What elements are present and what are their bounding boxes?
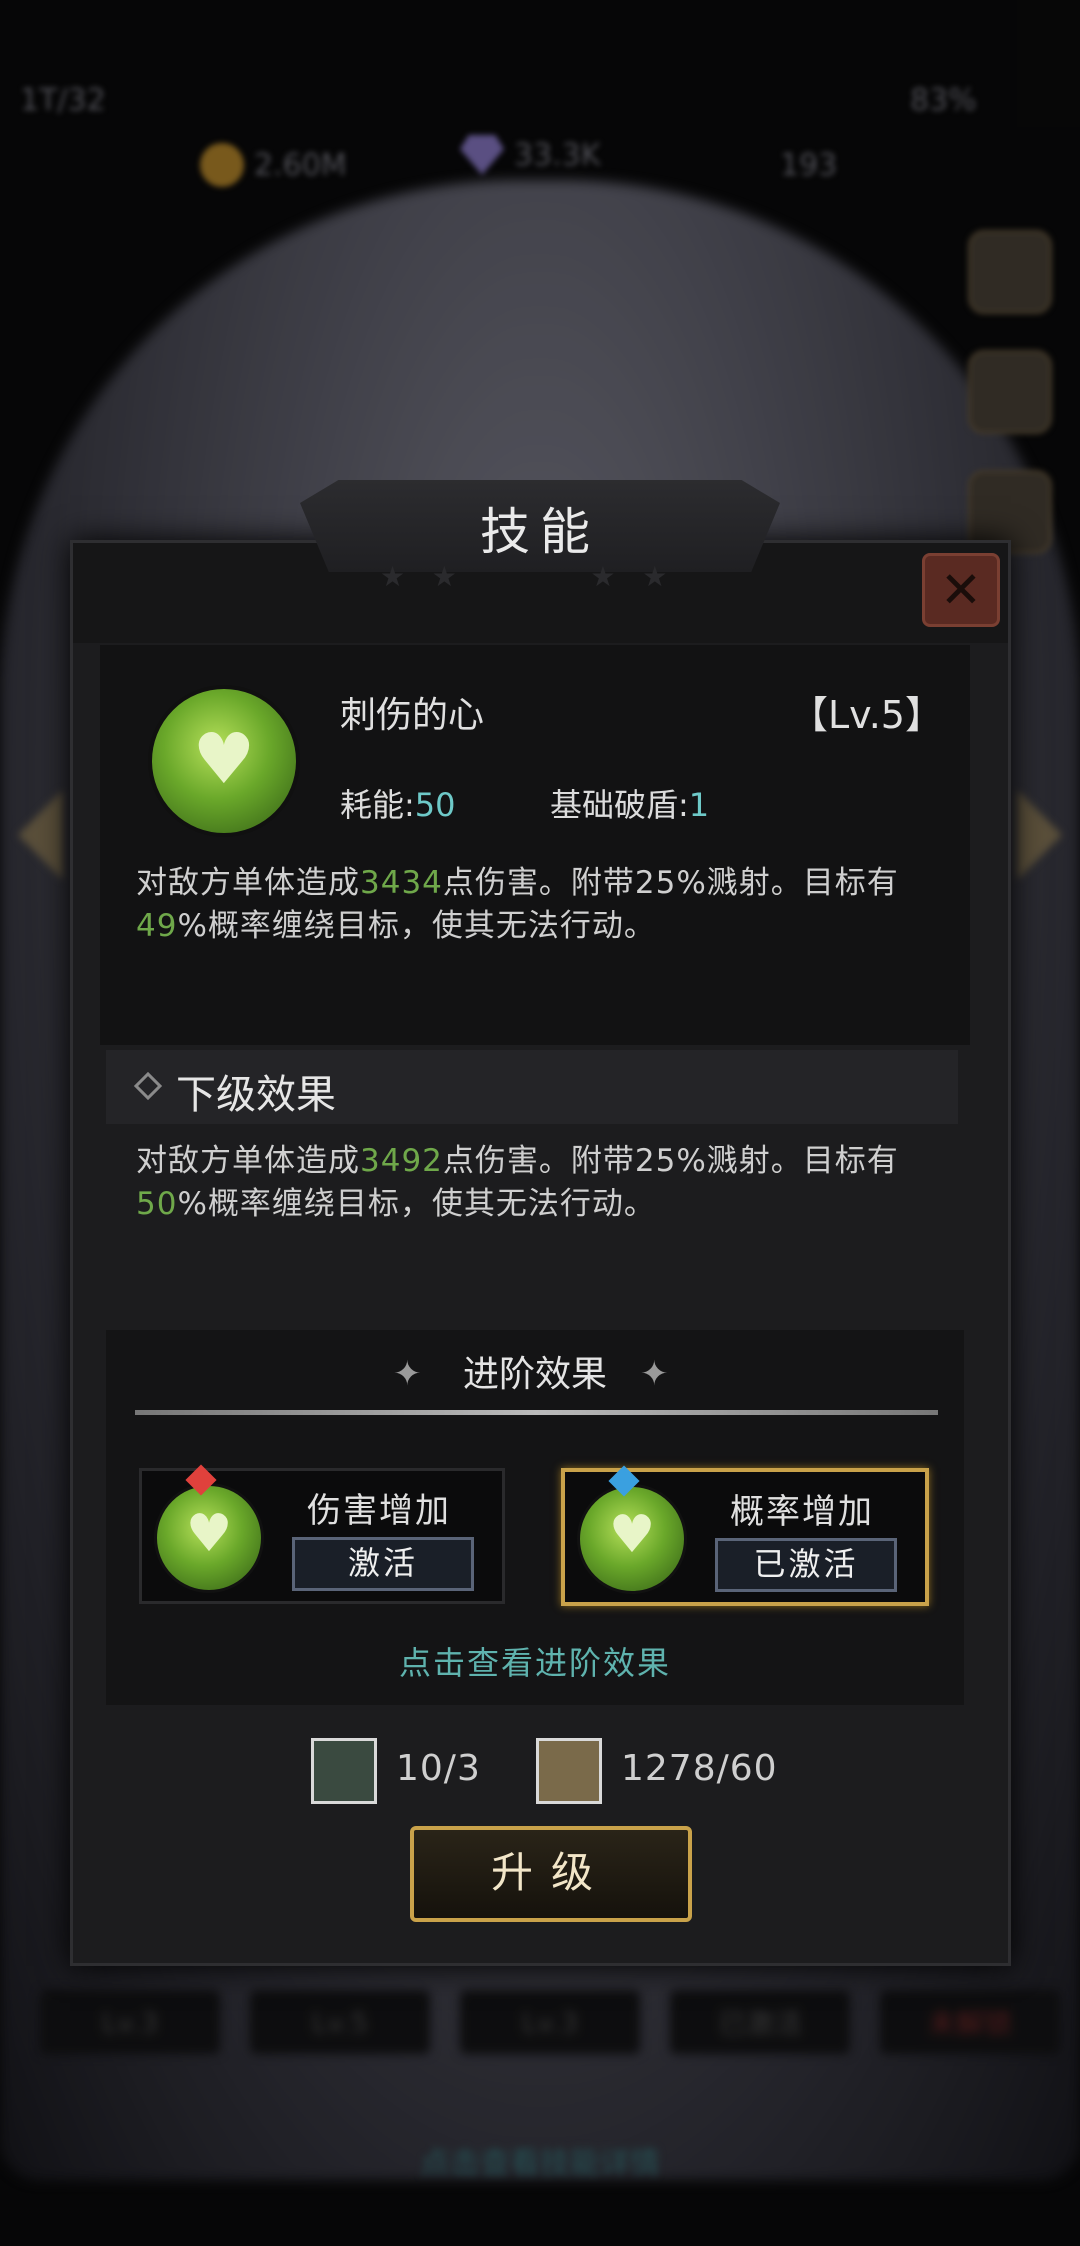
close-icon: ✕ bbox=[940, 561, 982, 619]
next-level-effect-text: 对敌方单体造成3492点伤害。附带25%溅射。目标有50%概率缠绕目标，使其无法… bbox=[136, 1143, 899, 1222]
decor-stars: ★ ★ ★ ★ bbox=[380, 560, 668, 593]
upgrade-button[interactable]: 升级 bbox=[410, 1826, 692, 1922]
skill-name: 刺伤的心 bbox=[340, 695, 485, 736]
diamond-icon bbox=[133, 1071, 163, 1101]
shield-break: 基础破盾:1 bbox=[550, 786, 710, 824]
next-level-header: 下级效果 bbox=[106, 1050, 958, 1124]
activated-button[interactable]: 已激活 bbox=[715, 1538, 897, 1592]
thorn-heart-icon: ♥ bbox=[608, 1505, 656, 1565]
advanced-title: 进阶效果 bbox=[462, 1354, 607, 1395]
advanced-divider bbox=[135, 1410, 938, 1415]
energy-cost-value: 50 bbox=[414, 786, 456, 824]
upgrade-skill-icon: ♥ bbox=[577, 1484, 687, 1594]
advanced-option-damage[interactable]: ♥ 伤害增加 激活 bbox=[139, 1464, 505, 1604]
advanced-option-name: 概率增加 bbox=[730, 1492, 874, 1532]
scroll-amount: 1278/60 bbox=[621, 1748, 778, 1789]
skill-icon: ♥ bbox=[148, 685, 300, 837]
dialog-title: 技能 bbox=[480, 503, 600, 561]
shield-break-value: 1 bbox=[688, 786, 710, 824]
book-amount: 10/3 bbox=[396, 1748, 481, 1789]
current-effect-text: 对敌方单体造成3434点伤害。附带25%溅射。目标有49%概率缠绕目标，使其无法… bbox=[136, 865, 899, 944]
advanced-option-chance[interactable]: ♥ 概率增加 已激活 bbox=[561, 1465, 929, 1606]
next-level-title: 下级效果 bbox=[176, 1072, 336, 1118]
skill-level: 【Lv.5】 bbox=[790, 693, 943, 737]
view-advanced-link[interactable]: 点击查看进阶效果 bbox=[106, 1638, 964, 1684]
thorn-heart-icon: ♥ bbox=[192, 718, 256, 800]
thorn-heart-icon: ♥ bbox=[185, 1504, 233, 1564]
book-icon bbox=[311, 1738, 377, 1804]
advanced-option-name: 伤害增加 bbox=[307, 1491, 451, 1531]
energy-cost: 耗能:50 bbox=[340, 786, 456, 824]
activate-button[interactable]: 激活 bbox=[292, 1537, 474, 1591]
upgrade-skill-icon: ♥ bbox=[154, 1483, 264, 1593]
scroll-icon bbox=[536, 1738, 602, 1804]
sparkle-right-icon: ✦ bbox=[640, 1354, 669, 1394]
close-button[interactable]: ✕ bbox=[922, 553, 1000, 627]
